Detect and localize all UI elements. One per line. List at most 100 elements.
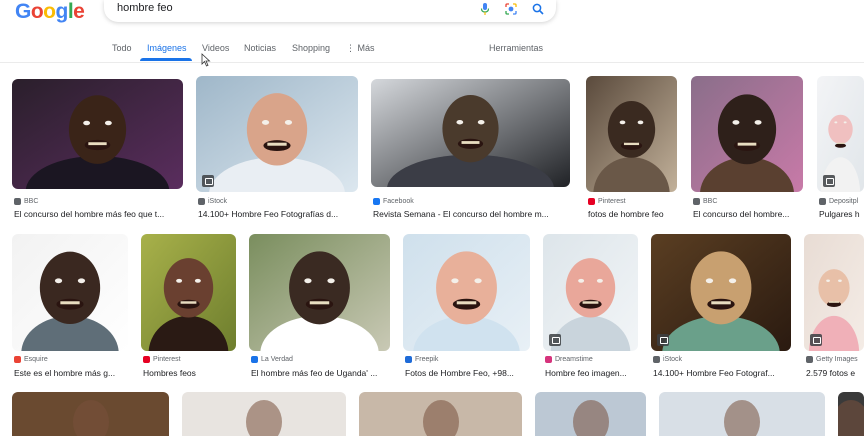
result-source[interactable]: La Verdad bbox=[251, 356, 293, 363]
result-caption[interactable]: Revista Semana - El concurso del hombre … bbox=[373, 209, 582, 219]
source-favicon-icon bbox=[588, 198, 595, 205]
result-caption[interactable]: Fotos de Hombre Feo, +98... bbox=[405, 368, 542, 378]
source-name: Getty Images bbox=[816, 356, 858, 363]
source-favicon-icon bbox=[806, 356, 813, 363]
source-favicon-icon bbox=[819, 198, 826, 205]
source-name: Pinterest bbox=[598, 198, 626, 205]
logo-letter: G bbox=[15, 0, 31, 23]
source-name: BBC bbox=[703, 198, 718, 205]
result-caption[interactable]: Este es el hombre más g... bbox=[14, 368, 140, 378]
source-name: Pinterest bbox=[153, 356, 181, 363]
license-icon bbox=[549, 334, 561, 346]
search-tabs: Todo Imágenes Videos Noticias Shopping ⋮… bbox=[0, 40, 864, 64]
thumbnail-face bbox=[246, 400, 282, 436]
source-name: iStock bbox=[663, 356, 683, 363]
result-thumbnail[interactable] bbox=[249, 234, 390, 351]
source-favicon-icon bbox=[373, 198, 380, 205]
result-thumbnail[interactable] bbox=[659, 392, 825, 436]
result-source[interactable]: Facebook bbox=[373, 198, 414, 205]
google-logo[interactable]: Google bbox=[15, 0, 85, 24]
license-icon bbox=[202, 175, 214, 187]
result-source[interactable]: Pinterest bbox=[143, 356, 181, 363]
source-name: La Verdad bbox=[261, 356, 293, 363]
thumbnail-face bbox=[572, 400, 609, 436]
tab-imagenes[interactable]: Imágenes bbox=[147, 43, 187, 53]
result-caption[interactable]: 2.579 fotos e bbox=[806, 368, 864, 378]
result-thumbnail[interactable] bbox=[12, 392, 169, 436]
source-name: Esquire bbox=[24, 356, 48, 363]
tab-noticias[interactable]: Noticias bbox=[244, 43, 276, 53]
lens-icon[interactable] bbox=[504, 2, 518, 16]
result-thumbnail[interactable] bbox=[691, 76, 803, 192]
result-thumbnail[interactable] bbox=[651, 234, 791, 351]
source-favicon-icon bbox=[545, 356, 552, 363]
thumbnail-face bbox=[724, 400, 760, 436]
logo-letter: g bbox=[55, 0, 69, 23]
result-source[interactable]: iStock bbox=[198, 198, 227, 205]
result-source[interactable]: Pinterest bbox=[588, 198, 626, 205]
result-source[interactable]: iStock bbox=[653, 356, 682, 363]
result-caption[interactable]: Hombres feos bbox=[143, 368, 248, 378]
logo-letter: e bbox=[73, 0, 85, 23]
license-icon bbox=[823, 175, 835, 187]
search-box[interactable]: hombre feo bbox=[104, 0, 556, 22]
result-thumbnail[interactable] bbox=[359, 392, 522, 436]
source-name: BBC bbox=[24, 198, 39, 205]
result-source[interactable]: Getty Images bbox=[806, 356, 858, 363]
tools-button[interactable]: Herramientas bbox=[489, 43, 543, 53]
result-thumbnail[interactable] bbox=[196, 76, 358, 192]
result-caption[interactable]: El hombre más feo de Uganda' ... bbox=[251, 368, 402, 378]
source-name: Dreamstime bbox=[555, 356, 593, 363]
logo-letter: o bbox=[43, 0, 56, 23]
source-name: Depositpl bbox=[829, 198, 859, 205]
result-thumbnail[interactable] bbox=[838, 392, 864, 436]
result-caption[interactable]: 14.100+ Hombre Feo Fotograf... bbox=[653, 368, 803, 378]
thumbnail-face bbox=[838, 400, 864, 436]
result-source[interactable]: BBC bbox=[14, 198, 38, 205]
result-caption[interactable]: 14.100+ Hombre Feo Fotografías d... bbox=[198, 209, 370, 219]
result-thumbnail[interactable] bbox=[403, 234, 530, 351]
result-source[interactable]: Depositpl bbox=[819, 198, 858, 205]
result-caption[interactable]: El concurso del hombre más feo que t... bbox=[14, 209, 195, 219]
source-favicon-icon bbox=[14, 356, 21, 363]
source-favicon-icon bbox=[198, 198, 205, 205]
result-source[interactable]: Freepik bbox=[405, 356, 438, 363]
result-source[interactable]: Esquire bbox=[14, 356, 48, 363]
source-favicon-icon bbox=[405, 356, 412, 363]
result-thumbnail[interactable] bbox=[12, 79, 183, 189]
microphone-icon[interactable] bbox=[478, 2, 492, 16]
result-thumbnail[interactable] bbox=[535, 392, 646, 436]
search-input[interactable]: hombre feo bbox=[117, 2, 173, 14]
license-icon bbox=[657, 334, 669, 346]
source-name: Facebook bbox=[383, 198, 414, 205]
tab-videos[interactable]: Videos bbox=[202, 43, 229, 53]
tab-mas[interactable]: ⋮ Más bbox=[346, 43, 375, 54]
result-source[interactable]: Dreamstime bbox=[545, 356, 593, 363]
result-source[interactable]: BBC bbox=[693, 198, 717, 205]
source-name: iStock bbox=[208, 198, 228, 205]
result-caption[interactable]: Hombre feo imagen... bbox=[545, 368, 650, 378]
thumbnail-face bbox=[72, 400, 109, 436]
license-icon bbox=[810, 334, 822, 346]
result-caption[interactable]: El concurso del hombre... bbox=[693, 209, 815, 219]
source-name: Freepik bbox=[415, 356, 439, 363]
source-favicon-icon bbox=[653, 356, 660, 363]
result-thumbnail[interactable] bbox=[371, 79, 570, 187]
source-favicon-icon bbox=[251, 356, 258, 363]
thumbnail-face bbox=[422, 400, 459, 436]
tab-shopping[interactable]: Shopping bbox=[292, 43, 330, 53]
mouse-cursor-icon bbox=[201, 53, 211, 67]
active-tab-indicator bbox=[140, 58, 192, 61]
result-caption[interactable]: Pulgares h bbox=[819, 209, 864, 219]
result-thumbnail[interactable] bbox=[586, 76, 677, 192]
source-favicon-icon bbox=[693, 198, 700, 205]
search-icon[interactable] bbox=[531, 2, 545, 16]
header-divider bbox=[0, 62, 864, 63]
logo-letter: o bbox=[30, 0, 44, 23]
result-thumbnail[interactable] bbox=[182, 392, 346, 436]
source-favicon-icon bbox=[143, 356, 150, 363]
result-thumbnail[interactable] bbox=[141, 234, 236, 351]
result-thumbnail[interactable] bbox=[12, 234, 128, 351]
result-caption[interactable]: fotos de hombre feo bbox=[588, 209, 689, 219]
tab-todo[interactable]: Todo bbox=[112, 43, 132, 53]
